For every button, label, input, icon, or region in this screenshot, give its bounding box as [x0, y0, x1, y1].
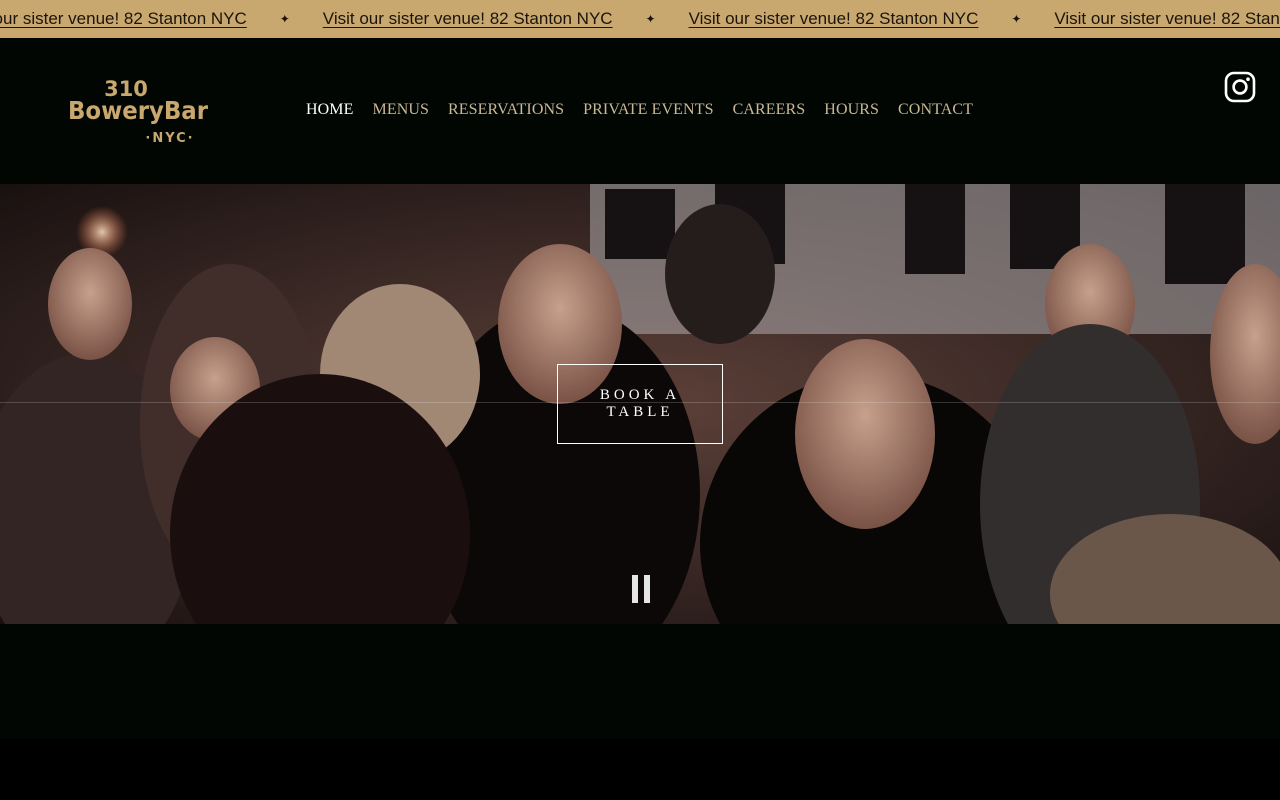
announcement-link[interactable]: Visit our sister venue! 82 Stanton NYC — [689, 9, 979, 29]
main-nav: HOME MENUS RESERVATIONS PRIVATE EVENTS C… — [306, 101, 973, 119]
book-a-table-label: BOOK A TABLE — [599, 387, 681, 420]
nav-reservations[interactable]: RESERVATIONS — [448, 101, 564, 119]
site-logo[interactable]: 310 BoweryBar ·NYC· — [64, 76, 214, 146]
sparkle-icon: ✦ — [1011, 12, 1022, 26]
nav-careers[interactable]: CAREERS — [733, 101, 806, 119]
site-header: 310 BoweryBar ·NYC· HOME MENUS RESERVATI… — [0, 38, 1280, 184]
announcement-link[interactable]: Visit our sister venue! 82 Stanton NYC — [323, 9, 613, 29]
nav-private-events[interactable]: PRIVATE EVENTS — [583, 101, 713, 119]
sparkle-icon: ✦ — [279, 12, 290, 26]
logo-wordmark: BoweryBar — [68, 96, 209, 125]
logo-city: ·NYC· — [145, 131, 194, 146]
announcement-track: Visit our sister venue! 82 Stanton NYC ✦… — [0, 0, 1280, 38]
pause-icon[interactable] — [631, 575, 651, 603]
sparkle-icon: ✦ — [645, 12, 656, 26]
instagram-icon[interactable] — [1224, 71, 1256, 103]
nav-menus[interactable]: MENUS — [373, 101, 430, 119]
announcement-link[interactable]: Visit our sister venue! 82 Stanton NYC — [0, 9, 247, 29]
nav-hours[interactable]: HOURS — [824, 101, 879, 119]
hero-video: BOOK A TABLE — [0, 184, 1280, 624]
content-band — [0, 624, 1280, 739]
announcement-bar: Visit our sister venue! 82 Stanton NYC ✦… — [0, 0, 1280, 38]
nav-home[interactable]: HOME — [306, 101, 354, 119]
nav-contact[interactable]: CONTACT — [898, 101, 973, 119]
book-a-table-button[interactable]: BOOK A TABLE — [557, 364, 723, 444]
announcement-link[interactable]: Visit our sister venue! 82 Stanton NYC — [1054, 9, 1280, 29]
